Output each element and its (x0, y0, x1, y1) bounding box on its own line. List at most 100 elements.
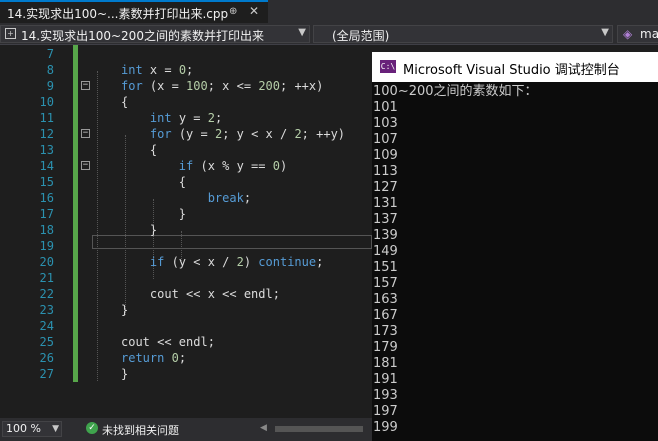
code-line: 7 (0, 46, 372, 62)
code-line: 13 { (0, 142, 372, 158)
code-line: 20 if (y < x / 2) continue; (0, 254, 372, 270)
console-app-icon: C:\ (380, 60, 396, 73)
code-line: 10 { (0, 94, 372, 110)
console-output-line: 173 (373, 324, 398, 339)
collapse-icon[interactable]: − (81, 81, 90, 90)
code-text: cout << x << endl; (121, 287, 280, 301)
line-number: 26 (39, 351, 54, 365)
console-output-line: 151 (373, 260, 398, 275)
code-line: 26 return 0; (0, 350, 372, 366)
code-text: { (121, 143, 158, 157)
console-output-line: 193 (373, 388, 398, 403)
console-header-line: 100~200之间的素数如下： (373, 84, 538, 99)
tab-title: 14.实现求出100~...素数并打印出来.cpp (7, 7, 229, 21)
collapse-icon[interactable]: − (81, 129, 90, 138)
zoom-dropdown[interactable]: 100 % ▼ (2, 421, 62, 437)
code-text: if (x % y == 0) (178, 159, 288, 173)
debug-console-window[interactable]: C:\ Microsoft Visual Studio 调试控制台 100~20… (372, 52, 658, 441)
horizontal-scrollbar[interactable] (275, 426, 363, 432)
console-output-line: 149 (373, 244, 398, 259)
line-number: 9 (46, 79, 54, 93)
collapse-icon[interactable]: − (81, 161, 90, 170)
console-output-line: 179 (373, 340, 398, 355)
code-line: 9 − for (x = 100; x <= 200; ++x) (0, 78, 372, 94)
line-number: 22 (39, 287, 54, 301)
chevron-down-icon: ▼ (298, 27, 306, 38)
line-number: 13 (39, 143, 54, 157)
code-line: 19 (0, 238, 372, 254)
console-title: Microsoft Visual Studio 调试控制台 (403, 63, 620, 78)
line-number: 15 (39, 175, 54, 189)
console-output-line: 131 (373, 196, 398, 211)
code-editor[interactable]: 7 8 int x = 0; 9 − for (x = 100; x <= 200; ++… (0, 45, 372, 418)
project-dropdown-label: 14.实现求出100~200之间的素数并打印出来 (21, 29, 264, 43)
code-line: 17 } (0, 206, 372, 222)
code-line: 27} (0, 366, 372, 382)
code-text: for (y = 2; y < x / 2; ++y) (149, 127, 346, 141)
scope-dropdown[interactable]: (全局范围) ▼ (313, 25, 613, 43)
console-output-line: 127 (373, 180, 398, 195)
issues-status[interactable]: 未找到相关问题 (102, 422, 179, 438)
code-text: } (121, 223, 158, 237)
code-line: 11 int y = 2; (0, 110, 372, 126)
console-output-line: 101 (373, 100, 398, 115)
project-dropdown[interactable]: + 14.实现求出100~200之间的素数并打印出来 ▼ (0, 25, 310, 43)
file-icon: + (5, 28, 16, 39)
member-dropdown[interactable]: ◈ ma (617, 25, 658, 43)
line-number: 21 (39, 271, 54, 285)
console-output-line: 107 (373, 132, 398, 147)
code-line: 12 − for (y = 2; y < x / 2; ++y) (0, 126, 372, 142)
line-number: 12 (39, 127, 54, 141)
console-output-line: 139 (373, 228, 398, 243)
line-number: 16 (39, 191, 54, 205)
line-number: 27 (39, 367, 54, 381)
console-output-line: 197 (373, 404, 398, 419)
console-output-line: 191 (373, 372, 398, 387)
console-output-line: 163 (373, 292, 398, 307)
code-text: } (121, 367, 129, 381)
code-text: return 0; (121, 351, 187, 365)
console-output: 100~200之间的素数如下： 101 103 107 109 113 127 131 137… (372, 82, 658, 441)
code-text: { (121, 175, 187, 189)
pin-icon[interactable]: ⊕ (229, 6, 237, 17)
chevron-down-icon: ▼ (601, 27, 609, 38)
code-text: for (x = 100; x <= 200; ++x) (121, 79, 324, 93)
console-output-line: 109 (373, 148, 398, 163)
code-text: cout << endl; (121, 335, 215, 349)
line-number: 7 (46, 47, 54, 61)
member-dropdown-label: ma (640, 27, 658, 41)
code-text: break; (207, 191, 252, 205)
code-text: int x = 0; (121, 63, 194, 77)
line-number: 23 (39, 303, 54, 317)
line-number: 17 (39, 207, 54, 221)
code-line: 23} (0, 302, 372, 318)
console-output-line: 199 (373, 420, 398, 435)
scroll-left-icon[interactable]: ◀ (260, 423, 267, 433)
code-line: 8 int x = 0; (0, 62, 372, 78)
close-icon[interactable]: ✕ (249, 4, 259, 18)
code-line: 24 (0, 318, 372, 334)
code-line: 25 cout << endl; (0, 334, 372, 350)
console-output-line: 113 (373, 164, 398, 179)
scope-dropdown-label: (全局范围) (332, 29, 390, 43)
line-number: 10 (39, 95, 54, 109)
console-output-line: 181 (373, 356, 398, 371)
navigation-bar: + 14.实现求出100~200之间的素数并打印出来 ▼ (全局范围) ▼ ◈ … (0, 23, 658, 45)
code-line: 15 { (0, 174, 372, 190)
line-number: 18 (39, 223, 54, 237)
line-number: 14 (39, 159, 54, 173)
console-titlebar[interactable]: C:\ Microsoft Visual Studio 调试控制台 (372, 52, 658, 82)
console-output-line: 137 (373, 212, 398, 227)
check-icon: ✓ (86, 422, 98, 434)
tab-active-file[interactable]: 14.实现求出100~...素数并打印出来.cpp ⊕ ✕ (0, 0, 268, 23)
line-number: 19 (39, 239, 54, 253)
console-output-line: 167 (373, 308, 398, 323)
line-number: 24 (39, 319, 54, 333)
line-number: 8 (46, 63, 54, 77)
code-line: 16 break; (0, 190, 372, 206)
code-line: 22 cout << x << endl; (0, 286, 372, 302)
code-text: } (121, 303, 129, 317)
console-output-line: 157 (373, 276, 398, 291)
tab-strip: 14.实现求出100~...素数并打印出来.cpp ⊕ ✕ (0, 0, 658, 23)
line-number: 25 (39, 335, 54, 349)
